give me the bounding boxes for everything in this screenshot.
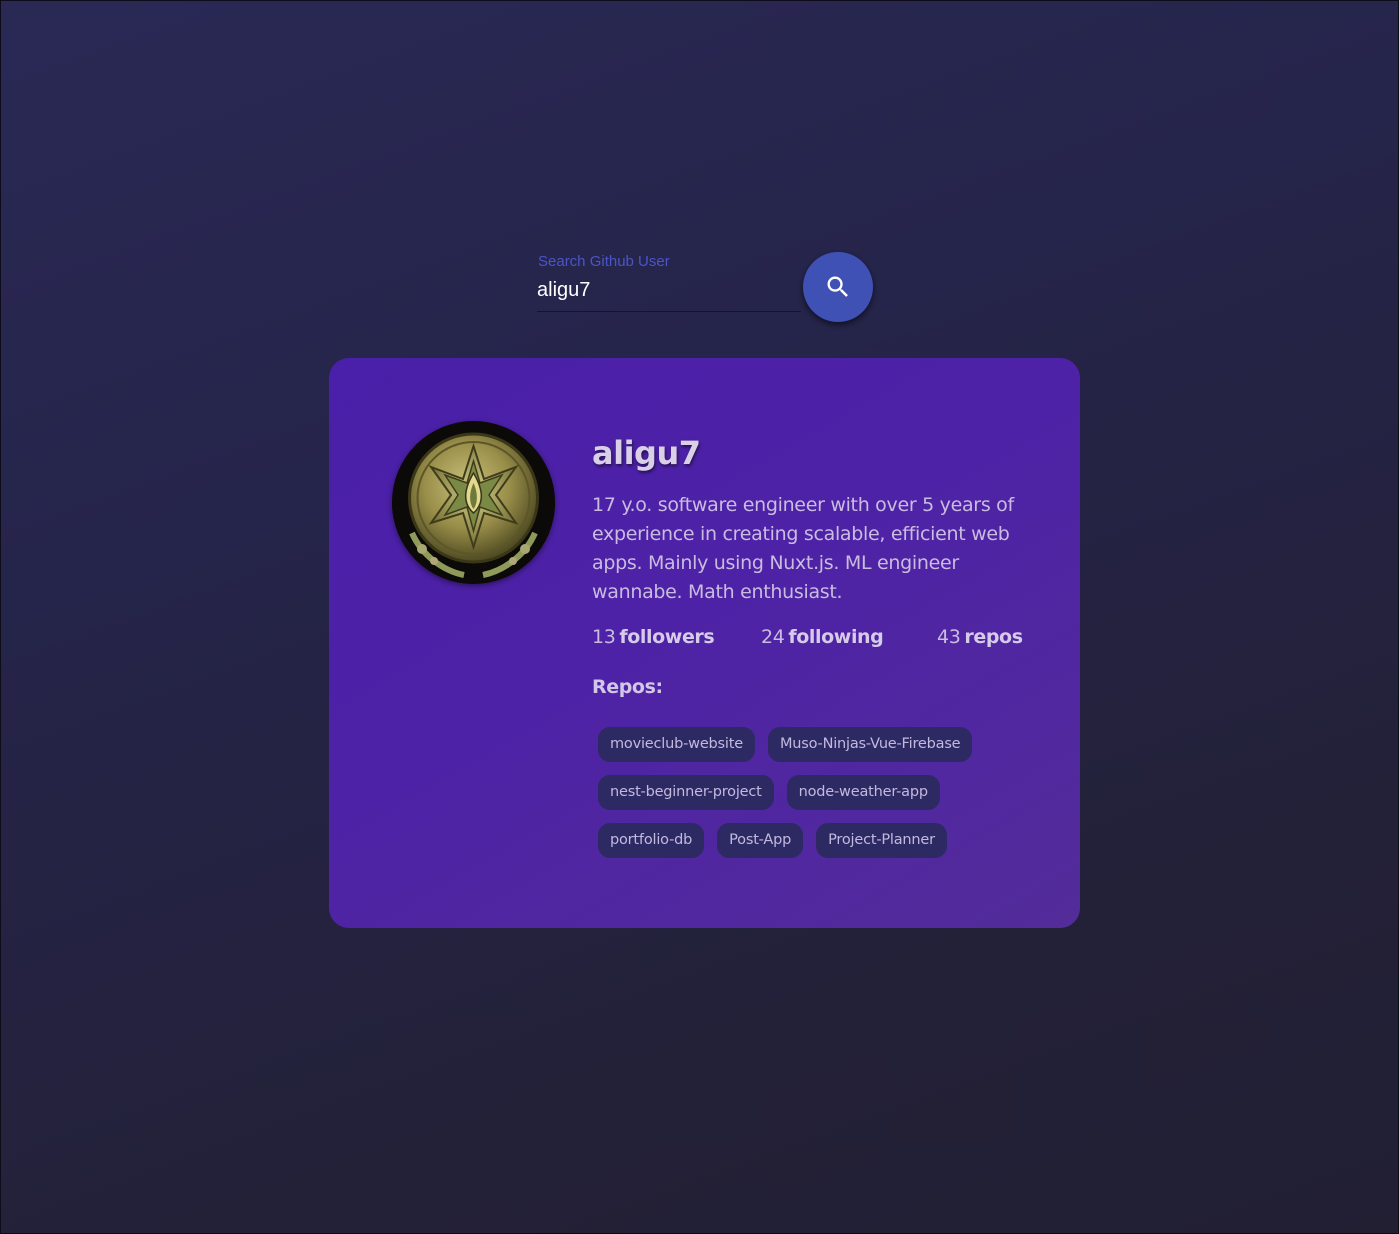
repo-chip[interactable]: node-weather-app	[786, 775, 940, 810]
username: aligu7	[592, 434, 701, 472]
repo-chip[interactable]: Post-App	[717, 823, 804, 858]
repo-chip[interactable]: portfolio-db	[598, 823, 705, 858]
repo-chip[interactable]: Project-Planner	[816, 823, 947, 858]
search-label: Search Github User	[538, 253, 670, 270]
avatar	[392, 421, 555, 584]
repo-chip[interactable]: Muso-Ninjas-Vue-Firebase	[767, 727, 973, 762]
repos-count: 43	[937, 626, 961, 648]
repo-chip[interactable]: nest-beginner-project	[598, 775, 774, 810]
repo-chip[interactable]: movieclub-website	[598, 727, 755, 762]
repos-title: Repos:	[592, 676, 663, 698]
search-input[interactable]	[537, 275, 799, 305]
search-bar: Search Github User	[537, 251, 877, 323]
stats-row: 13 followers 24 following 43 repos	[592, 626, 1023, 656]
search-icon	[827, 276, 848, 297]
repos-label: repos	[964, 626, 1023, 648]
followers-count: 13	[592, 626, 616, 648]
search-button[interactable]	[803, 252, 873, 322]
following-label: following	[788, 626, 884, 648]
repos-stat: 43 repos	[937, 626, 1023, 648]
medal-emblem-icon	[392, 421, 555, 584]
repo-chip-list: movieclub-website Muso-Ninjas-Vue-Fireba…	[598, 727, 1028, 858]
followers-stat: 13 followers	[592, 626, 715, 648]
followers-label: followers	[619, 626, 715, 648]
profile-card: aligu7 17 y.o. software engineer with ov…	[329, 358, 1080, 928]
search-field[interactable]: Search Github User	[537, 251, 801, 312]
following-stat: 24 following	[761, 626, 884, 648]
bio: 17 y.o. software engineer with over 5 ye…	[592, 494, 1014, 603]
following-count: 24	[761, 626, 785, 648]
